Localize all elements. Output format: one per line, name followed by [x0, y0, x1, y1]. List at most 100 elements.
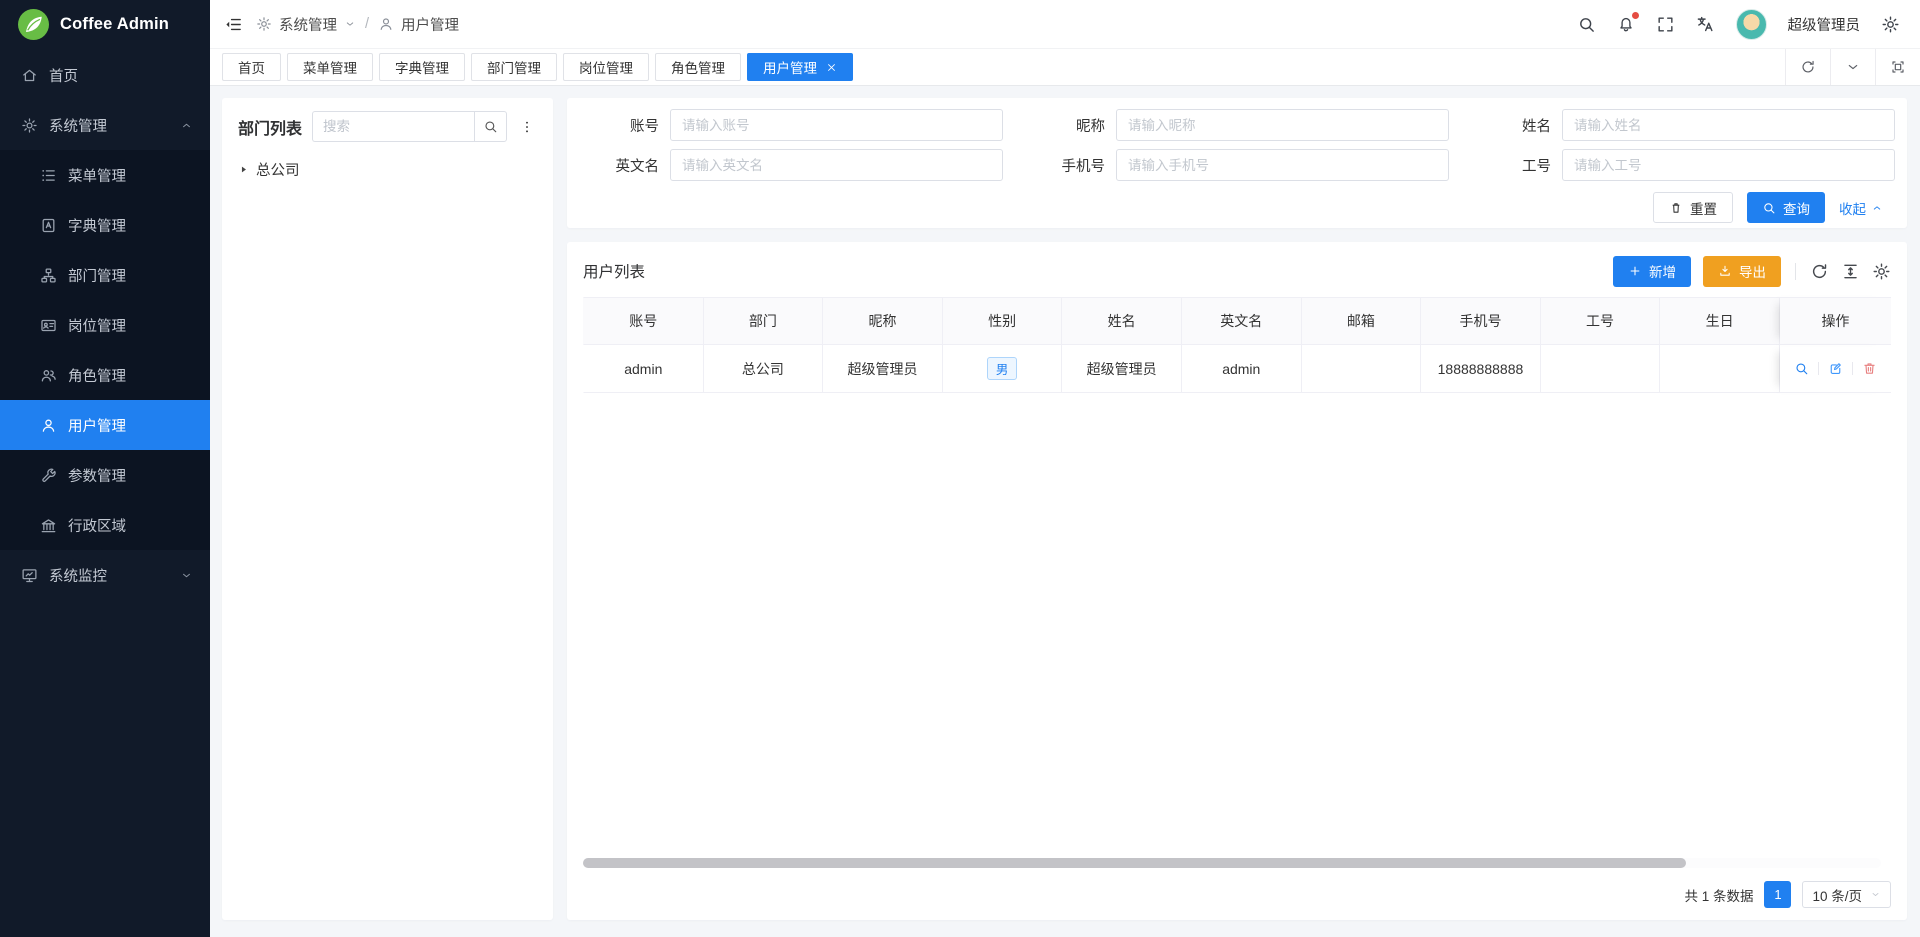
refresh-table-icon[interactable]	[1810, 262, 1829, 281]
fold-sidebar-icon[interactable]	[224, 15, 243, 34]
plus-icon	[1628, 264, 1642, 278]
tree-item-总公司[interactable]: 总公司	[238, 155, 537, 183]
tab-字典管理[interactable]: 字典管理	[379, 53, 465, 81]
maximize-content-button[interactable]	[1875, 49, 1920, 85]
field-label: 账号	[567, 115, 670, 136]
sidebar-item-region[interactable]: 行政区域	[0, 500, 210, 550]
sidebar-item-param[interactable]: 参数管理	[0, 450, 210, 500]
scrollbar-thumb[interactable]	[583, 858, 1686, 868]
avatar[interactable]	[1736, 9, 1767, 40]
export-button[interactable]: 导出	[1703, 256, 1781, 287]
table-cell	[1660, 345, 1780, 393]
department-search-input[interactable]	[312, 111, 474, 142]
tab-菜单管理[interactable]: 菜单管理	[287, 53, 373, 81]
monitor-icon	[21, 567, 38, 584]
field-input-姓名[interactable]	[1562, 109, 1895, 141]
sidebar-item-monitor[interactable]: 系统监控	[0, 550, 210, 600]
tab-岗位管理[interactable]: 岗位管理	[563, 53, 649, 81]
department-panel-title: 部门列表	[238, 115, 302, 139]
tab-角色管理[interactable]: 角色管理	[655, 53, 741, 81]
department-more-button[interactable]	[517, 111, 537, 142]
field-input-英文名[interactable]	[670, 149, 1003, 181]
filter-fields: 账号昵称姓名英文名手机号工号	[567, 109, 1895, 181]
horizontal-scrollbar	[583, 858, 1881, 868]
topbar: 系统管理 / 用户管理 超级管理员	[210, 0, 1920, 48]
collapse-filter-link[interactable]: 收起	[1839, 198, 1883, 218]
app-logo[interactable]: Coffee Admin	[0, 0, 210, 49]
query-button[interactable]: 查询	[1747, 192, 1825, 223]
filter-panel: 账号昵称姓名英文名手机号工号 重置 查询 收起	[567, 98, 1907, 228]
caret-right-icon	[238, 164, 249, 175]
field-input-手机号[interactable]	[1116, 149, 1449, 181]
tab-用户管理[interactable]: 用户管理	[747, 53, 853, 81]
table-cell-actions	[1780, 345, 1891, 393]
field-input-工号[interactable]	[1562, 149, 1895, 181]
field-label: 工号	[1459, 155, 1562, 176]
maximize-icon	[1890, 59, 1906, 75]
add-user-button[interactable]: 新增	[1613, 256, 1691, 287]
table-cell: 18888888888	[1421, 345, 1541, 393]
row-height-icon[interactable]	[1841, 262, 1860, 281]
column-header-工号: 工号	[1541, 297, 1661, 345]
content: 部门列表 总公司 账号昵称姓名英文名手机号工号	[210, 87, 1920, 937]
column-header-账号: 账号	[583, 297, 704, 345]
collapse-label: 收起	[1839, 198, 1866, 218]
translate-icon[interactable]	[1696, 15, 1715, 34]
table-settings-gear-icon[interactable]	[1872, 262, 1891, 281]
dictionary-icon	[40, 217, 57, 234]
breadcrumb-section[interactable]: 系统管理	[279, 14, 337, 35]
delete-icon[interactable]	[1862, 361, 1877, 376]
tab-部门管理[interactable]: 部门管理	[471, 53, 557, 81]
department-search	[312, 111, 507, 142]
tree-item-label: 总公司	[256, 159, 300, 180]
column-header-英文名: 英文名	[1182, 297, 1302, 345]
sidebar-item-menu[interactable]: 菜单管理	[0, 150, 210, 200]
tab-首页[interactable]: 首页	[222, 53, 281, 81]
refresh-tab-button[interactable]	[1785, 49, 1830, 85]
field-label: 昵称	[1013, 115, 1116, 136]
sidebar-item-label: 行政区域	[68, 515, 126, 536]
breadcrumb: 系统管理 / 用户管理	[256, 14, 459, 35]
chevron-down-icon	[1845, 59, 1861, 75]
fullscreen-icon[interactable]	[1656, 15, 1675, 34]
sidebar-menu: 首页系统管理菜单管理字典管理部门管理岗位管理角色管理用户管理参数管理行政区域系统…	[0, 50, 210, 600]
department-tree: 总公司	[238, 155, 537, 183]
sidebar-item-home[interactable]: 首页	[0, 50, 210, 100]
sidebar-item-dept[interactable]: 部门管理	[0, 250, 210, 300]
chevron-down-icon[interactable]	[344, 18, 356, 30]
field-label: 姓名	[1459, 115, 1562, 136]
column-header-手机号: 手机号	[1421, 297, 1541, 345]
notifications-button[interactable]	[1617, 15, 1635, 33]
sidebar-item-label: 系统管理	[49, 115, 107, 136]
reset-button[interactable]: 重置	[1653, 192, 1733, 223]
field-input-账号[interactable]	[670, 109, 1003, 141]
divider	[1795, 263, 1796, 280]
search-icon[interactable]	[1577, 15, 1596, 34]
username[interactable]: 超级管理员	[1788, 14, 1861, 35]
filter-field-手机号: 手机号	[1013, 149, 1449, 181]
trash-icon	[1669, 201, 1683, 215]
edit-icon[interactable]	[1828, 361, 1843, 376]
sidebar-item-system[interactable]: 系统管理	[0, 100, 210, 150]
refresh-icon	[1800, 59, 1816, 75]
view-icon[interactable]	[1794, 361, 1809, 376]
filter-field-姓名: 姓名	[1459, 109, 1895, 141]
tab-menu-button[interactable]	[1830, 49, 1875, 85]
sidebar-item-post[interactable]: 岗位管理	[0, 300, 210, 350]
sidebar-item-user[interactable]: 用户管理	[0, 400, 210, 450]
roles-icon	[40, 367, 57, 384]
page-size-select[interactable]: 10 条/页	[1802, 881, 1891, 908]
sidebar: Coffee Admin 首页系统管理菜单管理字典管理部门管理岗位管理角色管理用…	[0, 0, 210, 937]
user-icon	[40, 417, 57, 434]
chevron-down-icon	[180, 569, 193, 582]
table-cell	[1302, 345, 1422, 393]
department-search-button[interactable]	[474, 111, 507, 142]
field-input-昵称[interactable]	[1116, 109, 1449, 141]
page-button-1[interactable]: 1	[1764, 881, 1791, 908]
sidebar-item-label: 系统监控	[49, 565, 107, 586]
settings-gear-icon[interactable]	[1881, 15, 1900, 34]
tab-label: 首页	[238, 57, 265, 77]
sidebar-item-role[interactable]: 角色管理	[0, 350, 210, 400]
sidebar-item-dict[interactable]: 字典管理	[0, 200, 210, 250]
dots-vertical-icon	[519, 119, 535, 135]
